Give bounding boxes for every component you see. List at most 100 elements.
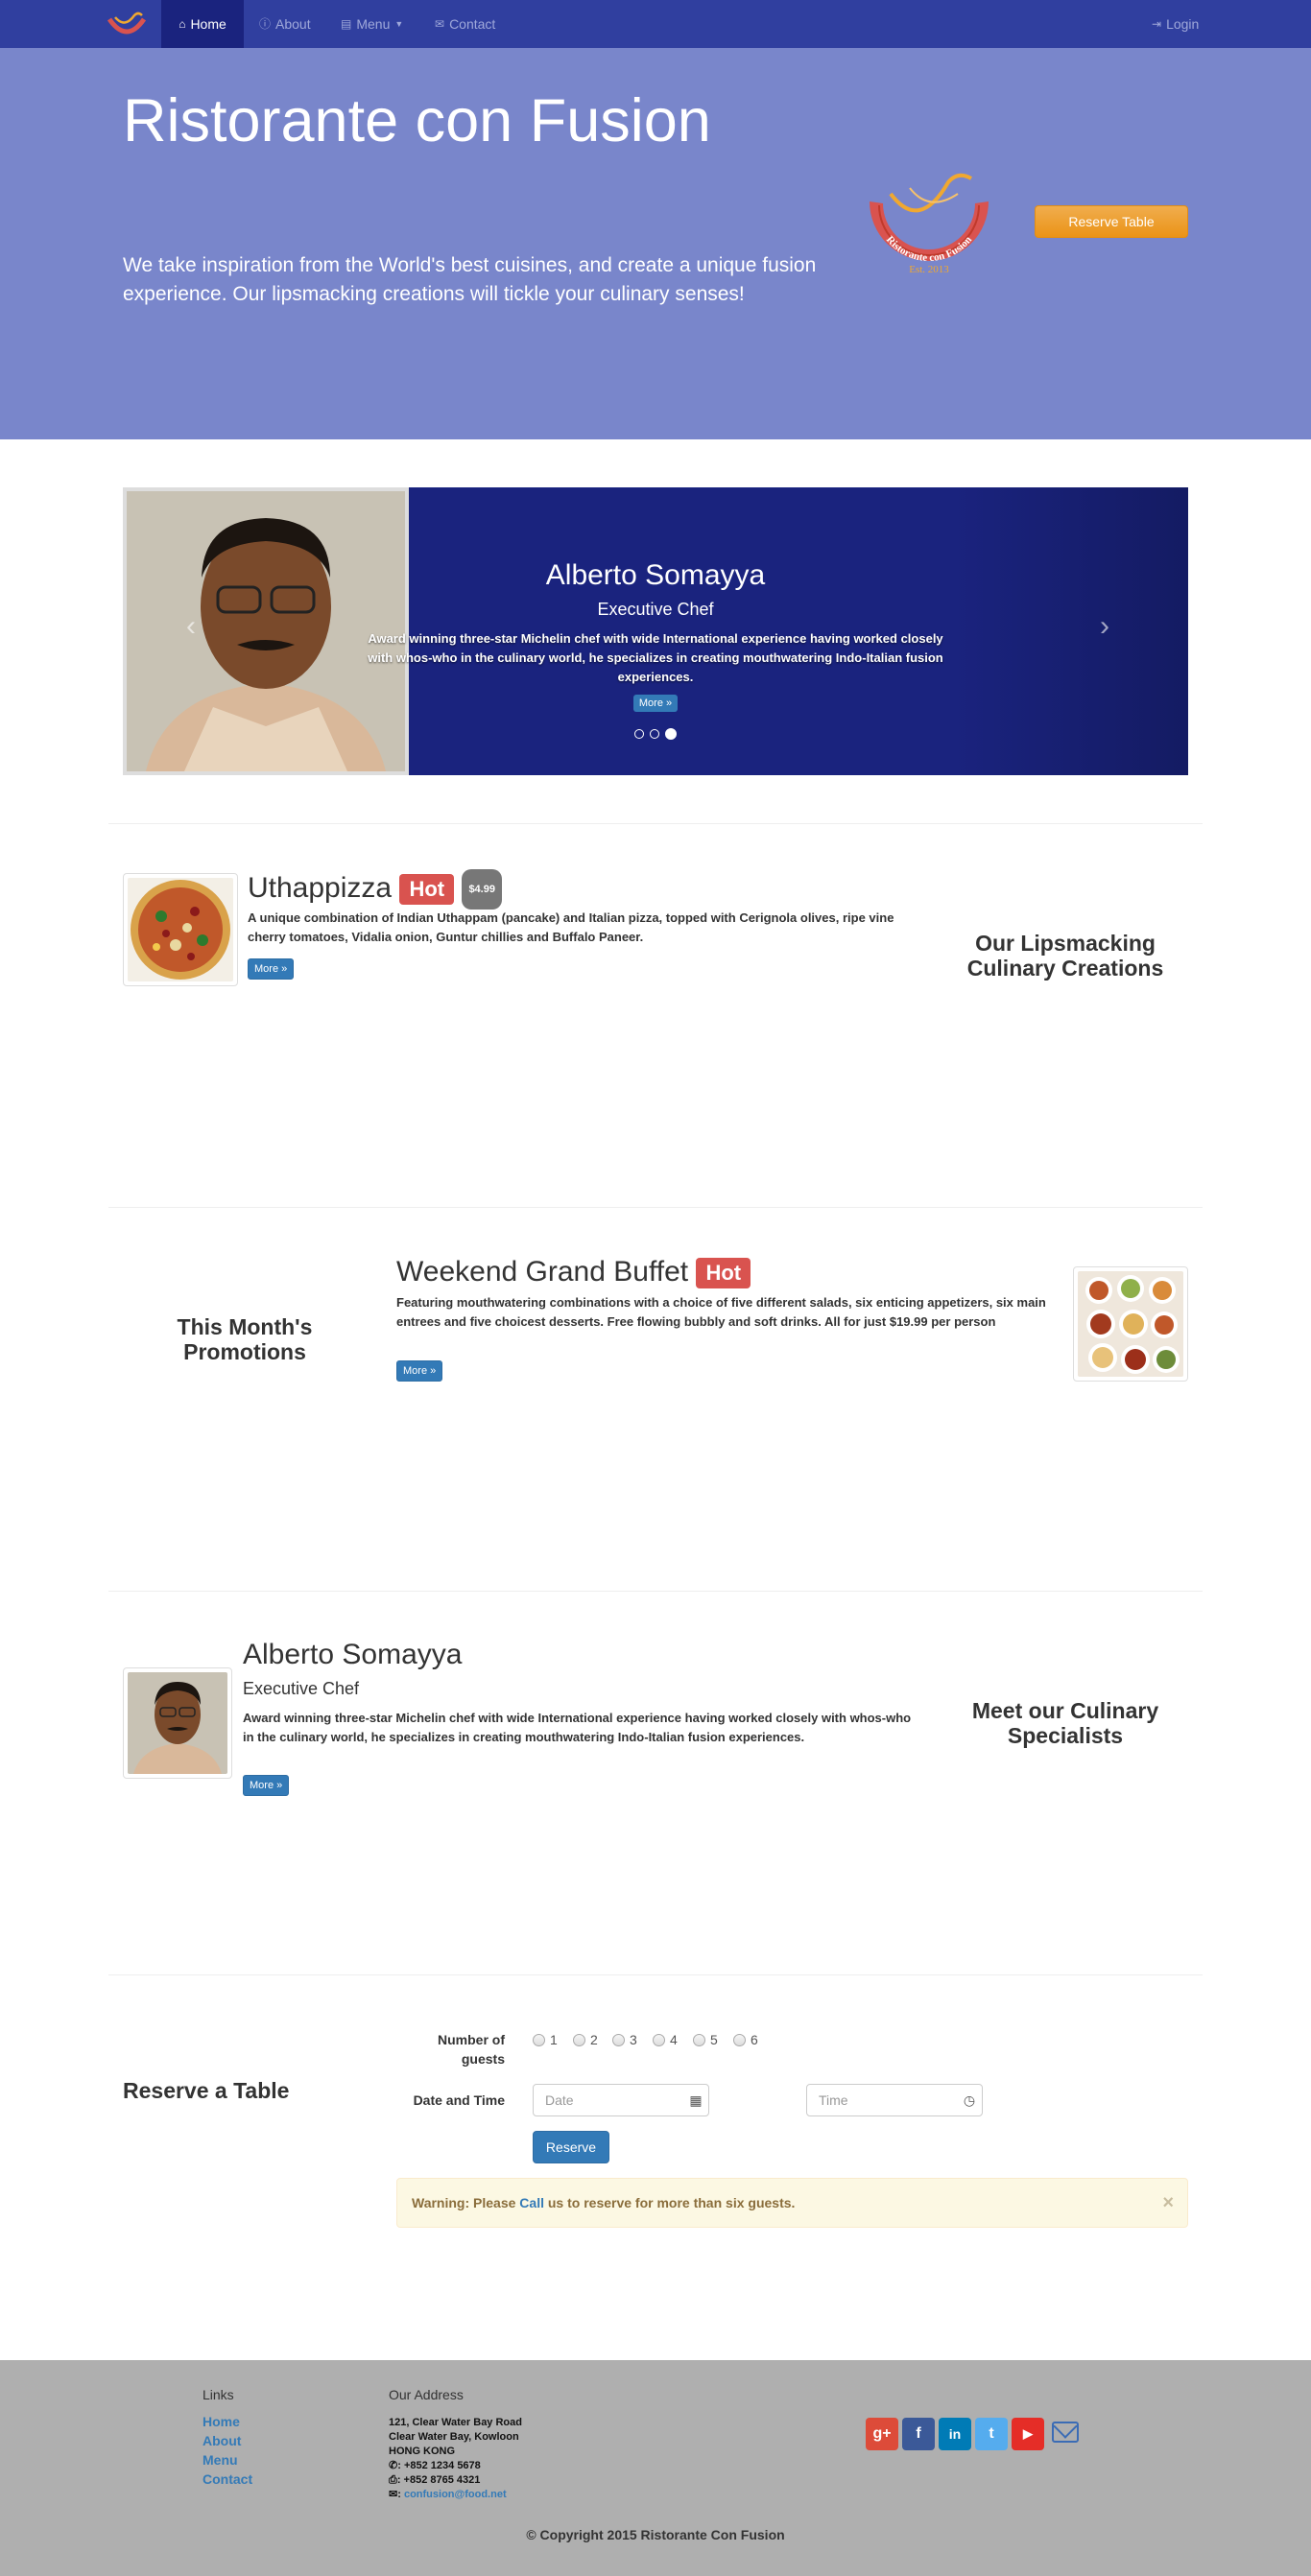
caret-down-icon: ▼ (394, 19, 404, 29)
footer-address-heading: Our Address (389, 2387, 464, 2402)
copyright: © Copyright 2015 Ristorante Con Fusion (526, 2527, 785, 2542)
guest-option-label: 4 (670, 2032, 678, 2047)
nav-about-label: About (275, 16, 311, 32)
guest-option-label: 6 (751, 2032, 758, 2047)
fax-icon: ⎙ (389, 2474, 397, 2486)
twitter-icon[interactable]: t (975, 2418, 1008, 2450)
carousel: Alberto Somayya Executive Chef Award win… (123, 487, 1188, 775)
time-placeholder: Time (819, 2092, 848, 2108)
dish-price-badge: $4.99 (462, 869, 502, 910)
radio-button[interactable] (573, 2033, 585, 2046)
footer-link-home[interactable]: Home (203, 2412, 240, 2431)
email-link[interactable]: confusion@food.net (404, 2489, 507, 2500)
date-input[interactable]: Date ▦ (533, 2084, 709, 2116)
footer-address: 121, Clear Water Bay Road Clear Water Ba… (389, 2416, 522, 2502)
divider (108, 823, 1203, 824)
google-plus-icon[interactable]: g+ (866, 2418, 898, 2450)
phone-number: +852 1234 5678 (403, 2460, 481, 2471)
promotion-hot-label: Hot (696, 1258, 751, 1289)
info-icon: ⓘ (259, 17, 272, 31)
time-input[interactable]: Time ◷ (806, 2084, 983, 2116)
envelope-icon: ✉ (435, 17, 445, 31)
jumbotron-lead: We take inspiration from the World's bes… (123, 254, 817, 305)
divider (108, 1591, 1203, 1592)
dish-heading: Uthappizza Hot $4.99 (248, 869, 502, 910)
leader-more-button[interactable]: More » (243, 1775, 290, 1796)
guest-option-label: 3 (630, 2032, 637, 2047)
address-line: HONG KONG (389, 2446, 456, 2457)
carousel-next-icon[interactable]: › (1100, 610, 1109, 643)
guest-option-5[interactable]: 5 (693, 2032, 718, 2047)
divider (108, 1974, 1203, 1975)
guest-option-label: 2 (590, 2032, 598, 2047)
promotion-name: Weekend Grand Buffet (396, 1256, 689, 1288)
fax-line: ⎙: +852 8765 4321 (389, 2474, 481, 2486)
warning-suffix: us to reserve for more than six guests. (543, 2195, 796, 2210)
facebook-icon[interactable]: f (902, 2418, 935, 2450)
guest-option-3[interactable]: 3 (612, 2032, 637, 2047)
carousel-caption: Alberto Somayya Executive Chef Award win… (326, 558, 985, 712)
envelope-icon: ✉ (389, 2489, 398, 2500)
footer (0, 2360, 1311, 2576)
radio-button[interactable] (653, 2033, 665, 2046)
carousel-prev-icon[interactable]: ‹ (186, 610, 196, 643)
dish-more-button[interactable]: More » (248, 958, 295, 980)
guests-label: Number of guests (438, 2032, 505, 2067)
nav-about[interactable]: ⓘ About (259, 0, 311, 48)
email-line: ✉: confusion@food.net (389, 2489, 507, 2500)
leader-description: Award winning three-star Michelin chef w… (243, 1711, 912, 1744)
nav-menu-label: Menu (356, 16, 391, 32)
carousel-indicator-active[interactable] (665, 728, 677, 740)
dish-section-heading: Our Lipsmacking Culinary Creations (966, 931, 1164, 981)
leader-name: Alberto Somayya (243, 1639, 463, 1670)
footer-links-heading: Links (203, 2387, 234, 2402)
warning-prefix: Warning: Please (412, 2195, 520, 2210)
carousel-description: Award winning three-star Michelin chef w… (368, 631, 943, 684)
nav-contact[interactable]: ✉ Contact (435, 0, 495, 48)
calendar-icon[interactable]: ▦ (683, 2085, 708, 2115)
reserve-table-button[interactable]: Reserve Table (1035, 205, 1188, 238)
divider (108, 1207, 1203, 1208)
guest-option-2[interactable]: 2 (573, 2032, 598, 2047)
footer-link-menu[interactable]: Menu (203, 2450, 238, 2470)
leader-role: Executive Chef (243, 1679, 360, 1698)
radio-button[interactable] (612, 2033, 625, 2046)
leader-section-heading: Meet our Culinary Specialists (971, 1698, 1159, 1748)
date-placeholder: Date (545, 2092, 574, 2108)
carousel-indicator[interactable] (634, 729, 644, 739)
address-line: 121, Clear Water Bay Road (389, 2417, 522, 2428)
restaurant-logo-icon[interactable] (106, 10, 148, 40)
reservation-heading: Reserve a Table (123, 2078, 290, 2103)
call-link[interactable]: Call (519, 2195, 544, 2210)
radio-button[interactable] (733, 2033, 746, 2046)
nav-home[interactable]: ⌂ Home (161, 0, 244, 48)
radio-button[interactable] (533, 2033, 545, 2046)
linkedin-icon[interactable]: in (939, 2418, 971, 2450)
carousel-more-button[interactable]: More » (632, 695, 679, 712)
nav-contact-label: Contact (449, 16, 496, 32)
youtube-icon[interactable]: ▶ (1012, 2418, 1044, 2450)
carousel-indicator[interactable] (650, 729, 659, 739)
radio-button[interactable] (693, 2033, 705, 2046)
carousel-name: Alberto Somayya (545, 559, 766, 591)
guest-option-label: 1 (550, 2032, 558, 2047)
nav-menu[interactable]: ▤ Menu ▼ (341, 0, 403, 48)
footer-link-contact[interactable]: Contact (203, 2470, 252, 2489)
promotion-description: Featuring mouthwatering combinations wit… (396, 1295, 1046, 1329)
footer-link-about[interactable]: About (203, 2431, 241, 2450)
nav-home-label: Home (190, 16, 226, 32)
reserve-submit-button[interactable]: Reserve (533, 2131, 609, 2163)
guest-option-label: 5 (710, 2032, 718, 2047)
dish-description: A unique combination of Indian Uthappam … (248, 910, 894, 944)
promotion-section-heading: This Month's Promotions (177, 1314, 313, 1364)
guest-option-1[interactable]: 1 (533, 2032, 558, 2047)
nav-login-label: Login (1166, 16, 1200, 32)
warning-alert: Warning: Please Call us to reserve for m… (396, 2178, 1188, 2228)
mail-icon[interactable] (1052, 2422, 1079, 2443)
promotion-more-button[interactable]: More » (396, 1360, 443, 1382)
guest-option-4[interactable]: 4 (653, 2032, 678, 2047)
clock-icon[interactable]: ◷ (957, 2085, 982, 2115)
close-icon[interactable]: × (1162, 2179, 1174, 2227)
nav-login[interactable]: ⇥ Login (1152, 0, 1199, 48)
guest-option-6[interactable]: 6 (733, 2032, 758, 2047)
